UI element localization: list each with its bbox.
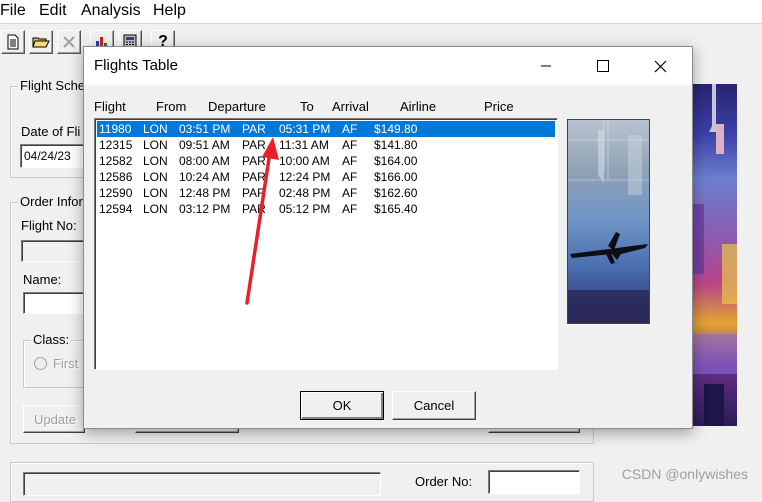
annotation-arrow <box>245 137 279 305</box>
watermark-text: CSDN @onlywishes <box>621 466 748 482</box>
